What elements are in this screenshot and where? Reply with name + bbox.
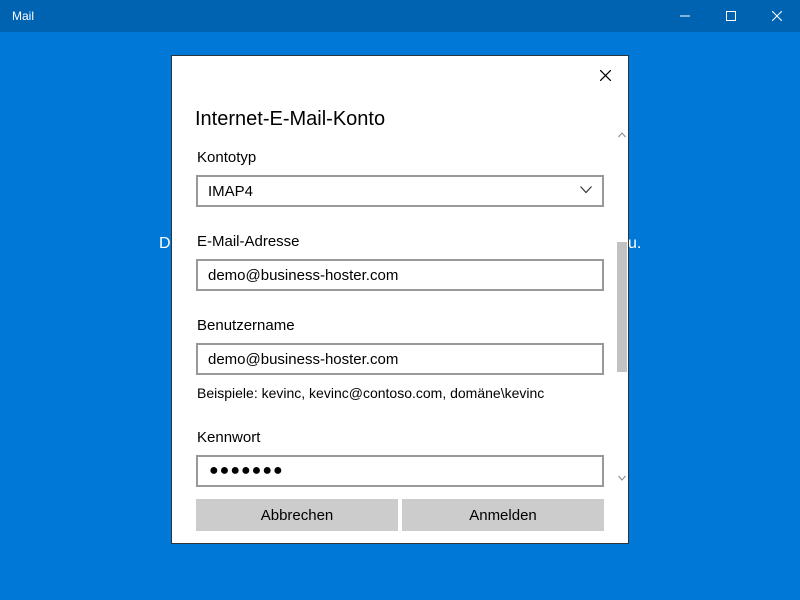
minimize-button[interactable] [662, 0, 708, 32]
password-field[interactable]: ●●●●●●● [196, 455, 604, 487]
scrollbar-thumb[interactable] [617, 242, 627, 372]
email-label: E-Mail-Adresse [197, 233, 300, 250]
minimize-icon [680, 15, 690, 17]
account-type-select[interactable]: IMAP4 [196, 175, 604, 207]
dialog-title: Internet-E-Mail-Konto [195, 108, 386, 130]
username-hint: Beispiele: kevinc, kevinc@contoso.com, d… [197, 385, 545, 401]
cancel-button[interactable]: Abbrechen [196, 499, 398, 531]
title-bar: Mail [0, 0, 800, 32]
close-icon [772, 11, 782, 21]
chevron-down-icon [580, 186, 592, 194]
account-dialog: Internet-E-Mail-Konto Kontotyp IMAP4 E-M… [171, 55, 629, 544]
sign-in-button[interactable]: Anmelden [402, 499, 604, 531]
maximize-button[interactable] [708, 0, 754, 32]
username-value: demo@business-hoster.com [208, 351, 399, 368]
account-type-value: IMAP4 [208, 183, 254, 200]
email-field[interactable]: demo@business-hoster.com [196, 259, 604, 291]
username-field[interactable]: demo@business-hoster.com [196, 343, 604, 375]
email-value: demo@business-hoster.com [208, 267, 399, 284]
username-label: Benutzername [197, 317, 295, 334]
password-value: ●●●●●●● [209, 462, 284, 479]
app-title: Mail [12, 9, 35, 23]
scroll-up-icon[interactable] [618, 132, 626, 138]
background-text-right: u. [628, 235, 642, 252]
close-icon [599, 69, 611, 81]
maximize-icon [726, 11, 736, 21]
password-label: Kennwort [197, 429, 261, 446]
scroll-down-icon[interactable] [618, 475, 626, 481]
background-text-left: D [159, 235, 171, 252]
window-close-button[interactable] [754, 0, 800, 32]
dialog-close-button[interactable] [592, 62, 618, 88]
account-type-label: Kontotyp [197, 149, 257, 166]
